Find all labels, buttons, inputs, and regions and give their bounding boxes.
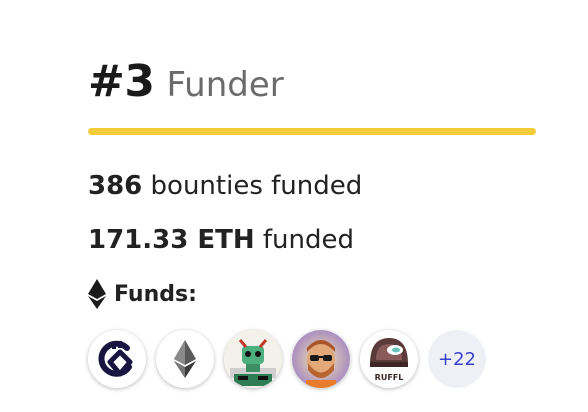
token-avatar-1[interactable] — [88, 330, 146, 388]
circular-c-logo-icon — [88, 330, 146, 388]
ethereum-icon — [88, 279, 106, 309]
more-tokens-badge[interactable]: +22 — [428, 330, 486, 388]
bounties-label: bounties funded — [150, 171, 363, 201]
token-avatar-man[interactable] — [292, 330, 350, 388]
truffle-logo-icon: RUFFL — [360, 330, 418, 388]
token-avatar-robot[interactable] — [224, 330, 282, 388]
token-avatar-cake[interactable]: RUFFL — [360, 330, 418, 388]
bounties-stat: 386 bounties funded — [88, 171, 536, 201]
funder-card: #3 Funder 386 bounties funded 171.33 ETH… — [88, 56, 536, 309]
funder-rank: #3 — [88, 56, 155, 107]
ethereum-icon — [156, 330, 214, 388]
funds-heading: Funds: — [88, 279, 536, 309]
eth-label: funded — [262, 225, 355, 255]
heading-underline — [88, 128, 536, 135]
funder-heading: #3 Funder — [88, 56, 536, 118]
bounties-count: 386 — [88, 171, 143, 201]
robot-character-icon — [224, 330, 282, 388]
token-avatar-ethereum[interactable] — [156, 330, 214, 388]
funds-label: Funds: — [114, 281, 197, 307]
eth-stat: 171.33 ETH funded — [88, 225, 536, 255]
eth-amount: 171.33 ETH — [88, 225, 255, 255]
funder-role: Funder — [166, 65, 284, 105]
man-with-sunglasses-icon — [292, 330, 350, 388]
more-tokens-count: +22 — [438, 348, 476, 370]
funded-tokens-list: RUFFL +22 — [88, 330, 486, 388]
svg-text:RUFFL: RUFFL — [375, 373, 404, 382]
